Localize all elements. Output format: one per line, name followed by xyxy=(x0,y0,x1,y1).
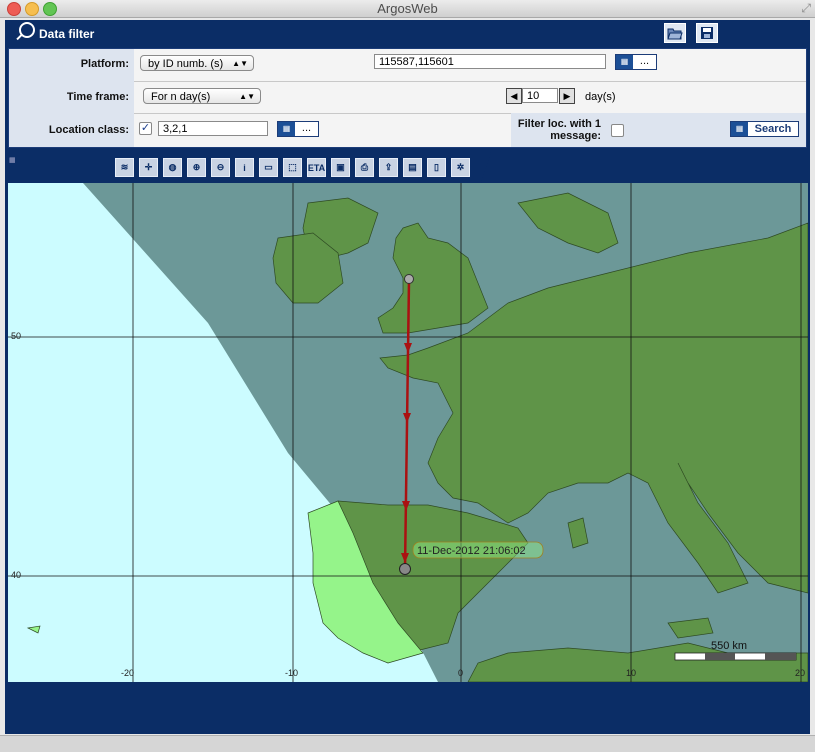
picker-label: ... xyxy=(301,122,312,134)
window-statusbar xyxy=(0,735,815,752)
grid-icon: ▦ xyxy=(278,122,295,136)
filter-single-label-line2: message: xyxy=(550,130,601,142)
window-title: ArgosWeb xyxy=(377,1,438,16)
magnifier-icon xyxy=(19,22,35,38)
days-input[interactable]: 10 xyxy=(522,88,558,103)
track-end-point[interactable] xyxy=(399,563,411,575)
resize-icon[interactable]: ⤢ xyxy=(801,1,811,16)
grid-icon: ▦ xyxy=(731,122,748,136)
settings-icon[interactable]: ✲ xyxy=(451,158,470,177)
map-bottom-panel xyxy=(5,682,810,734)
platform-mode-select[interactable]: by ID numb. (s) ▲▼ xyxy=(140,55,254,71)
days-unit-label: day(s) xyxy=(585,91,616,103)
floppy-disk-icon xyxy=(701,27,713,39)
panel-title: Data filter xyxy=(39,27,95,41)
window-titlebar: ArgosWeb ⤢ xyxy=(0,0,815,18)
scale-label: 550 km xyxy=(711,640,747,652)
platform-picker-button[interactable]: ▦ ... xyxy=(615,54,657,70)
filter-form: Platform: by ID numb. (s) ▲▼ 115587,1156… xyxy=(8,48,807,148)
lon-label-minus20: -20 xyxy=(121,668,134,678)
data-filter-header: Data filter xyxy=(5,20,810,48)
time-frame-row: Time frame: For n day(s) ▲▼ ◀ 10 ▶ day(s… xyxy=(9,81,806,114)
filter-single-label-line1: Filter loc. with 1 xyxy=(517,118,601,130)
layers-icon[interactable]: ≋ xyxy=(115,158,134,177)
map-canvas[interactable]: 50 40 -20 -10 0 10 20 11-Dec-2012 21:06:… xyxy=(8,183,808,682)
location-class-input[interactable]: 3,2,1 xyxy=(158,121,268,136)
save-filter-button[interactable] xyxy=(696,23,718,43)
increment-days-button[interactable]: ▶ xyxy=(559,88,575,104)
track-timestamp-label: 11-Dec-2012 21:06:02 xyxy=(417,545,526,557)
lon-label-0: 0 xyxy=(458,668,463,678)
location-class-checkbox[interactable]: ✓ xyxy=(139,122,152,135)
lat-label-50: 50 xyxy=(11,331,21,341)
map-view[interactable]: 50 40 -20 -10 0 10 20 11-Dec-2012 21:06:… xyxy=(8,183,808,682)
map-toolbar: ▦ ≋ ✛ ◍ ⊕ ⊖ i ▭ ⬚ ETA ▣ ⎙ ⇪ ▤ ▯ ✲ xyxy=(5,152,555,183)
time-frame-label: Time frame: xyxy=(66,91,129,103)
select-arrows-icon: ▲▼ xyxy=(239,92,255,101)
save-map-icon[interactable]: ▣ xyxy=(331,158,350,177)
info-icon[interactable]: i xyxy=(235,158,254,177)
ruler-icon[interactable]: ▭ xyxy=(259,158,278,177)
lon-label-10: 10 xyxy=(626,668,636,678)
search-button-label: Search xyxy=(748,122,798,136)
platform-row: Platform: by ID numb. (s) ▲▼ 115587,1156… xyxy=(9,49,806,82)
select-arrows-icon: ▲▼ xyxy=(232,59,248,68)
filter-single-label: Filter loc. with 1 message: xyxy=(509,118,601,142)
time-frame-value: For n day(s) xyxy=(151,91,211,103)
document-icon[interactable]: ▯ xyxy=(427,158,446,177)
lat-label-40: 40 xyxy=(11,570,21,580)
drag-handle-icon[interactable]: ▦ xyxy=(9,156,16,164)
location-class-picker-button[interactable]: ▦ ... xyxy=(277,121,319,137)
crosshair-icon[interactable]: ✛ xyxy=(139,158,158,177)
scale-bar-segment xyxy=(765,653,796,660)
search-button[interactable]: ▦ Search xyxy=(730,121,799,137)
eta-icon[interactable]: ETA xyxy=(307,158,326,177)
location-class-row: Location class: ✓ 3,2,1 ▦ ... Filter loc… xyxy=(9,113,806,147)
location-class-label: Location class: xyxy=(48,124,129,136)
folder-open-icon xyxy=(667,28,683,39)
time-frame-select[interactable]: For n day(s) ▲▼ xyxy=(143,88,261,104)
filter-single-checkbox[interactable] xyxy=(611,124,624,137)
export-image-icon[interactable]: ▤ xyxy=(403,158,422,177)
open-filter-button[interactable] xyxy=(664,23,686,43)
lon-label-minus10: -10 xyxy=(285,668,298,678)
zoom-out-icon[interactable]: ⊖ xyxy=(211,158,230,177)
zoom-in-icon[interactable]: ⊕ xyxy=(187,158,206,177)
select-area-icon[interactable]: ⬚ xyxy=(283,158,302,177)
platform-mode-value: by ID numb. (s) xyxy=(148,58,224,70)
platform-ids-input[interactable]: 115587,115601 xyxy=(374,54,606,69)
platform-label: Platform: xyxy=(80,58,129,70)
export-icon[interactable]: ⇪ xyxy=(379,158,398,177)
lon-label-20: 20 xyxy=(795,668,805,678)
decrement-days-button[interactable]: ◀ xyxy=(506,88,522,104)
track-start-point[interactable] xyxy=(404,274,414,284)
picker-label: ... xyxy=(639,55,650,67)
world-map-icon[interactable]: ◍ xyxy=(163,158,182,177)
grid-icon: ▦ xyxy=(616,55,633,69)
toolbar-tab-corner xyxy=(481,152,491,183)
print-icon[interactable]: ⎙ xyxy=(355,158,374,177)
scale-bar-segment xyxy=(705,653,735,660)
